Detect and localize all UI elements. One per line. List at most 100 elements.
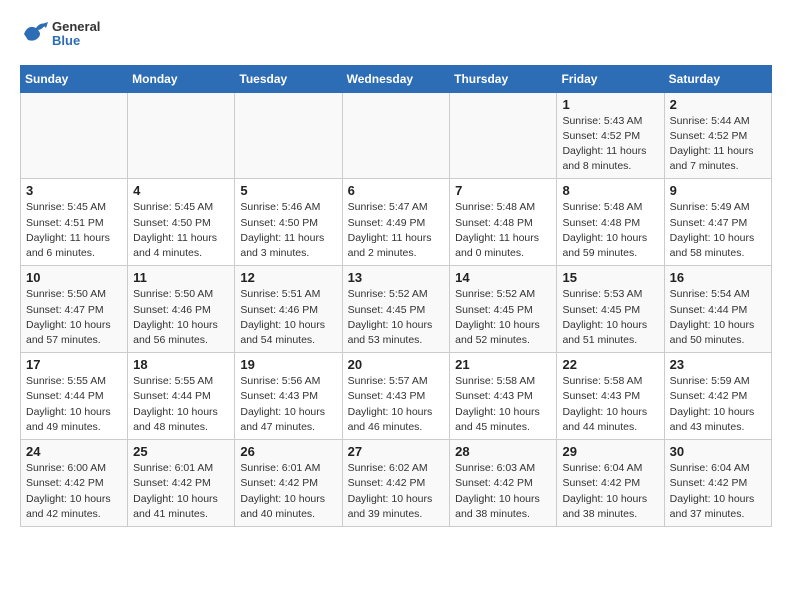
day-number: 17 (26, 357, 122, 372)
calendar-cell: 23Sunrise: 5:59 AMSunset: 4:42 PMDayligh… (664, 353, 771, 440)
week-row-3: 10 Sunrise: 5:50 AMSunset: 4:47 PMDayligh… (21, 266, 772, 353)
logo-blue: Blue (52, 33, 80, 48)
calendar-cell: 21 Sunrise: 5:58 AMSunset: 4:43 PMDayligh… (450, 353, 557, 440)
weekday-header-row: SundayMondayTuesdayWednesdayThursdayFrid… (21, 65, 772, 92)
calendar-cell: 3 Sunrise: 5:45 AMSunset: 4:51 PMDaylight… (21, 179, 128, 266)
day-number: 8 (562, 183, 658, 198)
day-info: Sunrise: 5:43 AMSunset: 4:52 PMDaylight:… (562, 114, 658, 175)
calendar-cell: 16 Sunrise: 5:54 AMSunset: 4:44 PMDayligh… (664, 266, 771, 353)
week-row-1: 1 Sunrise: 5:43 AMSunset: 4:52 PMDaylight… (21, 92, 772, 179)
day-info: Sunrise: 5:46 AMSunset: 4:50 PMDaylight:… (240, 200, 336, 261)
day-info: Sunrise: 6:03 AMSunset: 4:42 PMDaylight:… (455, 461, 551, 522)
weekday-header-saturday: Saturday (664, 65, 771, 92)
calendar-cell: 6 Sunrise: 5:47 AMSunset: 4:49 PMDaylight… (342, 179, 450, 266)
calendar-cell: 25Sunrise: 6:01 AMSunset: 4:42 PMDayligh… (128, 440, 235, 527)
day-number: 7 (455, 183, 551, 198)
calendar-cell: 22Sunrise: 5:58 AMSunset: 4:43 PMDayligh… (557, 353, 664, 440)
day-info: Sunrise: 6:01 AMSunset: 4:42 PMDaylight:… (240, 461, 336, 522)
calendar-cell: 24 Sunrise: 6:00 AMSunset: 4:42 PMDayligh… (21, 440, 128, 527)
calendar-cell: 28 Sunrise: 6:03 AMSunset: 4:42 PMDayligh… (450, 440, 557, 527)
day-number: 18 (133, 357, 229, 372)
weekday-header-thursday: Thursday (450, 65, 557, 92)
day-number: 28 (455, 444, 551, 459)
day-info: Sunrise: 5:58 AMSunset: 4:43 PMDaylight:… (455, 374, 551, 435)
day-number: 30 (670, 444, 766, 459)
weekday-header-tuesday: Tuesday (235, 65, 342, 92)
calendar-cell: 11 Sunrise: 5:50 AMSunset: 4:46 PMDayligh… (128, 266, 235, 353)
calendar-cell: 26 Sunrise: 6:01 AMSunset: 4:42 PMDayligh… (235, 440, 342, 527)
calendar-table: SundayMondayTuesdayWednesdayThursdayFrid… (20, 65, 772, 527)
day-info: Sunrise: 5:51 AMSunset: 4:46 PMDaylight:… (240, 287, 336, 348)
calendar-cell: 7Sunrise: 5:48 AMSunset: 4:48 PMDaylight… (450, 179, 557, 266)
calendar-cell: 10 Sunrise: 5:50 AMSunset: 4:47 PMDayligh… (21, 266, 128, 353)
day-number: 12 (240, 270, 336, 285)
day-number: 1 (562, 97, 658, 112)
calendar-cell: 2 Sunrise: 5:44 AMSunset: 4:52 PMDaylight… (664, 92, 771, 179)
calendar-cell (21, 92, 128, 179)
page-header: General Blue (20, 20, 772, 49)
week-row-5: 24 Sunrise: 6:00 AMSunset: 4:42 PMDayligh… (21, 440, 772, 527)
calendar-cell: 14 Sunrise: 5:52 AMSunset: 4:45 PMDayligh… (450, 266, 557, 353)
day-number: 6 (348, 183, 445, 198)
day-number: 14 (455, 270, 551, 285)
day-number: 21 (455, 357, 551, 372)
calendar-cell (235, 92, 342, 179)
weekday-header-friday: Friday (557, 65, 664, 92)
calendar-cell: 17Sunrise: 5:55 AMSunset: 4:44 PMDayligh… (21, 353, 128, 440)
weekday-header-monday: Monday (128, 65, 235, 92)
calendar-cell: 8 Sunrise: 5:48 AMSunset: 4:48 PMDaylight… (557, 179, 664, 266)
calendar-cell (450, 92, 557, 179)
day-number: 26 (240, 444, 336, 459)
calendar-cell: 9 Sunrise: 5:49 AMSunset: 4:47 PMDaylight… (664, 179, 771, 266)
day-number: 11 (133, 270, 229, 285)
day-info: Sunrise: 6:00 AMSunset: 4:42 PMDaylight:… (26, 461, 122, 522)
day-info: Sunrise: 5:45 AMSunset: 4:50 PMDaylight:… (133, 200, 229, 261)
day-info: Sunrise: 5:57 AMSunset: 4:43 PMDaylight:… (348, 374, 445, 435)
calendar-cell: 13Sunrise: 5:52 AMSunset: 4:45 PMDayligh… (342, 266, 450, 353)
day-info: Sunrise: 5:55 AMSunset: 4:44 PMDaylight:… (133, 374, 229, 435)
calendar-cell: 19 Sunrise: 5:56 AMSunset: 4:43 PMDayligh… (235, 353, 342, 440)
day-info: Sunrise: 5:49 AMSunset: 4:47 PMDaylight:… (670, 200, 766, 261)
day-number: 27 (348, 444, 445, 459)
day-number: 16 (670, 270, 766, 285)
weekday-header-wednesday: Wednesday (342, 65, 450, 92)
day-number: 10 (26, 270, 122, 285)
calendar-cell (128, 92, 235, 179)
day-info: Sunrise: 5:52 AMSunset: 4:45 PMDaylight:… (455, 287, 551, 348)
day-info: Sunrise: 5:56 AMSunset: 4:43 PMDaylight:… (240, 374, 336, 435)
day-number: 3 (26, 183, 122, 198)
day-info: Sunrise: 5:50 AMSunset: 4:47 PMDaylight:… (26, 287, 122, 348)
day-number: 13 (348, 270, 445, 285)
day-info: Sunrise: 5:58 AMSunset: 4:43 PMDaylight:… (562, 374, 658, 435)
day-info: Sunrise: 5:44 AMSunset: 4:52 PMDaylight:… (670, 114, 766, 175)
calendar-cell: 29Sunrise: 6:04 AMSunset: 4:42 PMDayligh… (557, 440, 664, 527)
day-info: Sunrise: 5:47 AMSunset: 4:49 PMDaylight:… (348, 200, 445, 261)
calendar-cell: 12 Sunrise: 5:51 AMSunset: 4:46 PMDayligh… (235, 266, 342, 353)
calendar-cell: 1 Sunrise: 5:43 AMSunset: 4:52 PMDaylight… (557, 92, 664, 179)
day-info: Sunrise: 5:45 AMSunset: 4:51 PMDaylight:… (26, 200, 122, 261)
calendar-cell: 20 Sunrise: 5:57 AMSunset: 4:43 PMDayligh… (342, 353, 450, 440)
day-info: Sunrise: 6:04 AMSunset: 4:42 PMDaylight:… (670, 461, 766, 522)
day-info: Sunrise: 6:01 AMSunset: 4:42 PMDaylight:… (133, 461, 229, 522)
day-number: 20 (348, 357, 445, 372)
calendar-cell: 30 Sunrise: 6:04 AMSunset: 4:42 PMDayligh… (664, 440, 771, 527)
day-number: 15 (562, 270, 658, 285)
calendar-cell (342, 92, 450, 179)
day-number: 19 (240, 357, 336, 372)
day-info: Sunrise: 5:48 AMSunset: 4:48 PMDaylight:… (562, 200, 658, 261)
week-row-2: 3 Sunrise: 5:45 AMSunset: 4:51 PMDaylight… (21, 179, 772, 266)
calendar-cell: 15Sunrise: 5:53 AMSunset: 4:45 PMDayligh… (557, 266, 664, 353)
day-number: 24 (26, 444, 122, 459)
day-info: Sunrise: 5:54 AMSunset: 4:44 PMDaylight:… (670, 287, 766, 348)
logo-svg: General Blue (20, 20, 100, 49)
logo: General Blue (20, 20, 100, 49)
calendar-cell: 4Sunrise: 5:45 AMSunset: 4:50 PMDaylight… (128, 179, 235, 266)
day-info: Sunrise: 5:50 AMSunset: 4:46 PMDaylight:… (133, 287, 229, 348)
calendar-cell: 5 Sunrise: 5:46 AMSunset: 4:50 PMDaylight… (235, 179, 342, 266)
day-number: 2 (670, 97, 766, 112)
day-info: Sunrise: 6:04 AMSunset: 4:42 PMDaylight:… (562, 461, 658, 522)
logo-bird-icon (20, 20, 48, 48)
weekday-header-sunday: Sunday (21, 65, 128, 92)
day-number: 5 (240, 183, 336, 198)
day-number: 9 (670, 183, 766, 198)
